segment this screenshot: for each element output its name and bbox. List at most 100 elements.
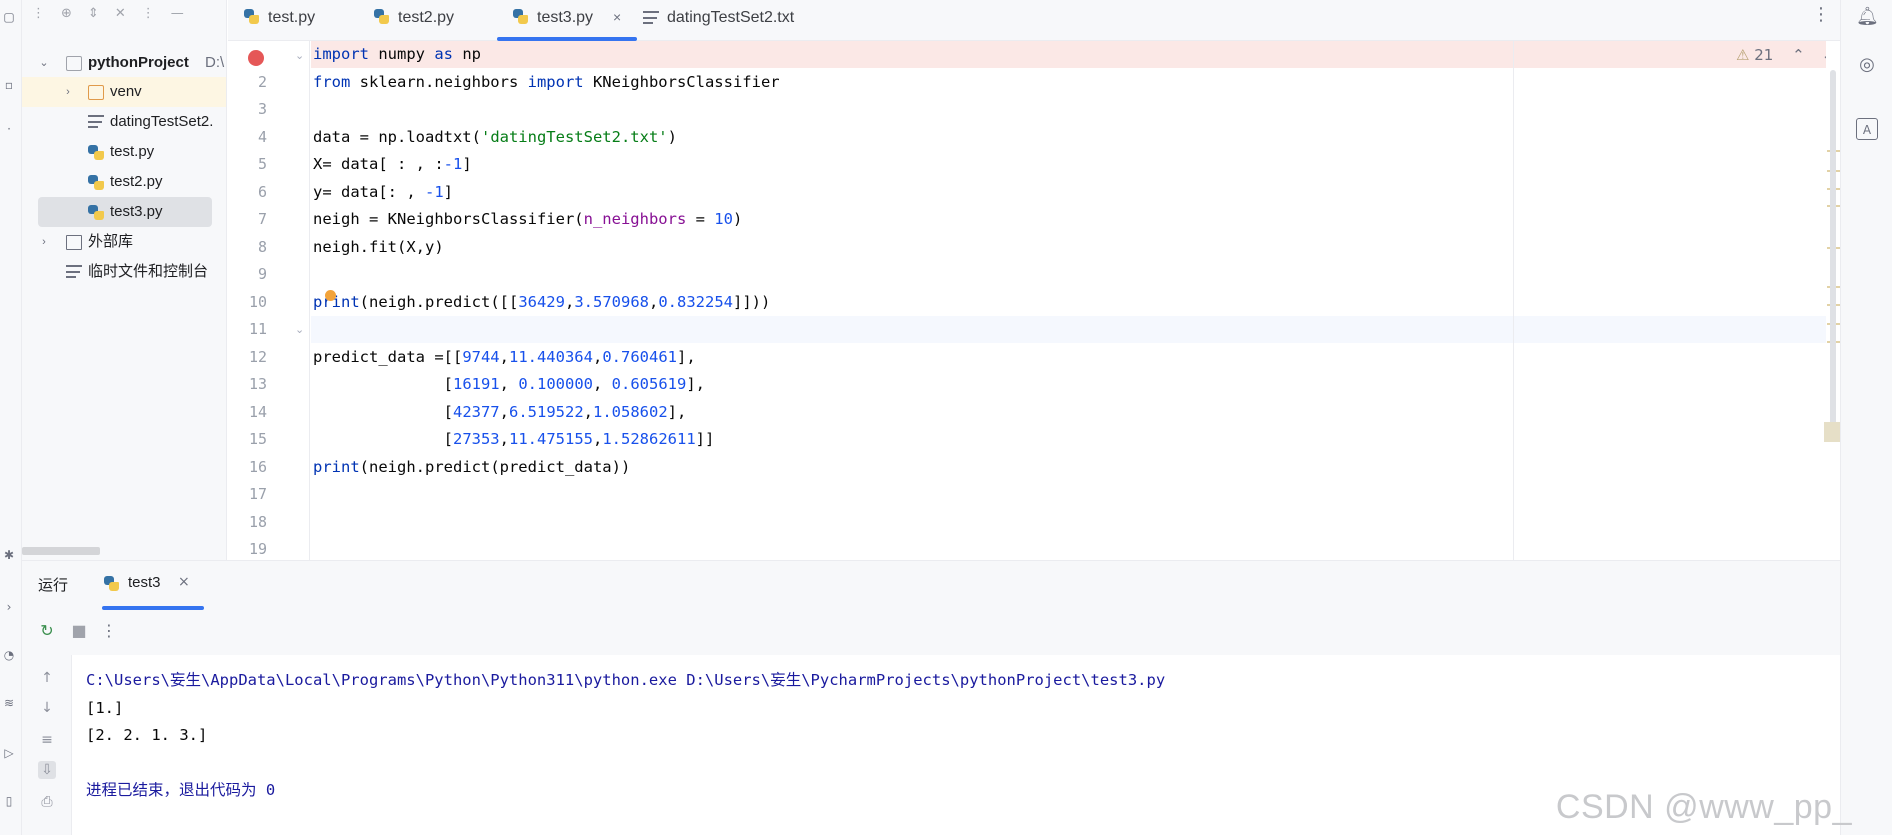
python-file-icon bbox=[88, 145, 104, 160]
tree-item-datingTestSet2[interactable]: datingTestSet2. bbox=[22, 107, 226, 137]
python-packages-icon[interactable]: ◔ bbox=[2, 648, 16, 662]
ellipsis-icon[interactable]: ⋮ bbox=[32, 6, 45, 21]
run-tab-test3[interactable]: test3 × bbox=[102, 568, 204, 610]
layers-icon[interactable]: ≋ bbox=[2, 696, 16, 710]
code-token: import bbox=[527, 72, 584, 91]
code-token: 6.519522 bbox=[509, 402, 584, 421]
tree-item-external-libraries[interactable]: › 外部库 bbox=[22, 227, 226, 257]
expand-icon[interactable]: ⇕ bbox=[88, 6, 99, 21]
database-icon[interactable]: A bbox=[1856, 118, 1878, 140]
close-tab-icon[interactable]: × bbox=[613, 0, 621, 35]
scrollbar-thumb[interactable] bbox=[1830, 70, 1836, 425]
tree-item-test2-py[interactable]: test2.py bbox=[22, 167, 226, 197]
line-number: 3 bbox=[257, 100, 267, 118]
scroll-to-end-icon[interactable]: ⇩ bbox=[38, 761, 56, 779]
print-icon[interactable]: ⎙ bbox=[38, 793, 56, 811]
code-token: 0.832254 bbox=[658, 292, 733, 311]
horizontal-scrollbar[interactable] bbox=[22, 547, 100, 555]
more-icon[interactable]: ⋮ bbox=[142, 6, 155, 21]
tab-datingTestSet2-txt[interactable]: datingTestSet2.txt bbox=[643, 0, 823, 41]
target-icon[interactable]: ⊕ bbox=[61, 6, 72, 21]
ai-assistant-icon[interactable]: ◎ bbox=[1856, 54, 1878, 76]
debug-icon[interactable]: ✱ bbox=[2, 548, 16, 562]
project-toolbar: ⋮ ⊕ ⇕ ✕ ⋮ — bbox=[32, 6, 184, 21]
inspection-widget[interactable]: ⚠ 21 ⌃ ⌄ bbox=[1736, 46, 1836, 70]
chevron-down-icon[interactable]: ⌄ bbox=[38, 48, 50, 78]
project-path: D:\ bbox=[205, 54, 225, 71]
code-token: ], bbox=[676, 347, 696, 366]
collapse-icon[interactable]: ✕ bbox=[115, 6, 126, 21]
code-token: ) bbox=[732, 210, 743, 228]
line-number: 18 bbox=[248, 512, 267, 531]
dots-icon[interactable]: · bbox=[2, 122, 16, 136]
code-token: , bbox=[499, 402, 509, 421]
code-token: data = np.loadtxt( bbox=[313, 127, 481, 146]
code-token: , bbox=[648, 292, 659, 311]
code-token: 36429 bbox=[518, 292, 565, 311]
code-token: sklearn.neighbors bbox=[350, 72, 528, 91]
code-token: ]] bbox=[695, 430, 715, 448]
breakpoint-icon[interactable] bbox=[248, 50, 264, 66]
tree-item-venv[interactable]: › venv bbox=[22, 77, 226, 107]
scrollbar-marker-block bbox=[1824, 422, 1840, 442]
terminal-icon[interactable]: ▯ bbox=[2, 794, 16, 808]
tree-item-test-py[interactable]: test.py bbox=[22, 137, 226, 167]
line-number: 6 bbox=[257, 182, 267, 201]
minimize-icon[interactable]: — bbox=[171, 6, 184, 21]
tree-item-label: 临时文件和控制台 bbox=[88, 263, 209, 280]
left-tool-strip: ▢ ▫ · ✱ › ◔ ≋ ▷ ▯ bbox=[0, 0, 22, 835]
code-token: , bbox=[592, 347, 603, 366]
structure-icon[interactable]: ▫ bbox=[2, 78, 16, 92]
code-token: 9744 bbox=[462, 347, 500, 366]
line-number: 9 bbox=[257, 265, 267, 283]
tab-test2-py[interactable]: test2.py bbox=[358, 0, 494, 41]
code-token: 42377 bbox=[452, 402, 500, 421]
line-number: 10 bbox=[248, 292, 267, 311]
rerun-icon[interactable]: ↻ bbox=[38, 622, 56, 640]
line-number: 5 bbox=[257, 155, 267, 173]
arrow-up-icon[interactable]: ↑ bbox=[38, 669, 56, 687]
previous-problem-icon[interactable]: ⌃ bbox=[1792, 46, 1805, 64]
project-view-icon[interactable]: ▢ bbox=[2, 10, 16, 24]
run-tab-label: test3 bbox=[128, 574, 161, 591]
code-token: 0.605619 bbox=[611, 375, 687, 393]
chevron-right-icon[interactable]: › bbox=[62, 77, 74, 107]
console-line: [1.] bbox=[86, 698, 124, 717]
tree-item-scratches[interactable]: 临时文件和控制台 bbox=[22, 257, 226, 287]
code-token: 3.570968 bbox=[574, 292, 649, 311]
run-icon[interactable]: › bbox=[2, 600, 16, 614]
fold-icon[interactable]: ⌄ bbox=[295, 49, 304, 62]
tree-root-project[interactable]: ⌄ pythonProject D:\ bbox=[22, 48, 226, 78]
fold-icon[interactable]: ⌄ bbox=[295, 323, 304, 336]
more-options-icon[interactable]: ⋮ bbox=[100, 622, 118, 640]
notifications-icon[interactable]: 🔔︎ bbox=[1856, 6, 1879, 28]
code-token: np bbox=[453, 45, 481, 63]
code-line: neigh = KNeighborsClassifier(n_neighbors… bbox=[313, 206, 742, 234]
code-token: predict_data =[[ bbox=[313, 347, 463, 366]
code-token: import bbox=[313, 45, 369, 63]
tab-test3-py[interactable]: test3.py × bbox=[497, 0, 637, 41]
tab-label: test2.py bbox=[398, 9, 455, 26]
soft-wrap-icon[interactable]: ≡ bbox=[38, 731, 56, 749]
warning-icon: ⚠ bbox=[1736, 46, 1750, 64]
intention-bulb-icon[interactable] bbox=[325, 290, 336, 301]
chevron-right-icon[interactable]: › bbox=[38, 227, 50, 257]
stop-icon[interactable]: ■ bbox=[70, 622, 88, 640]
code-line: [16191, 0.100000, 0.605619], bbox=[313, 371, 705, 399]
console-line: 进程已结束，退出代码为 0 bbox=[86, 781, 276, 799]
code-token: -1 bbox=[443, 155, 463, 173]
tree-item-test3-py[interactable]: test3.py bbox=[38, 197, 212, 227]
code-token: , bbox=[499, 430, 509, 448]
tab-test-py[interactable]: test.py bbox=[228, 0, 358, 41]
code-token: 1.52862611 bbox=[602, 430, 696, 448]
tab-options-icon[interactable]: ⋮ bbox=[1812, 4, 1830, 25]
arrow-down-icon[interactable]: ↓ bbox=[38, 699, 56, 717]
code-token: [ bbox=[313, 402, 453, 421]
code-token: X= data[ : , : bbox=[313, 155, 444, 173]
code-token: print bbox=[313, 457, 360, 476]
code-editor[interactable]: import numpy as np from sklearn.neighbors… bbox=[311, 41, 1826, 561]
folder-icon bbox=[88, 85, 104, 100]
close-run-tab-icon[interactable]: × bbox=[178, 574, 190, 590]
services-icon[interactable]: ▷ bbox=[2, 746, 16, 760]
tree-item-label: datingTestSet2. bbox=[110, 113, 214, 130]
